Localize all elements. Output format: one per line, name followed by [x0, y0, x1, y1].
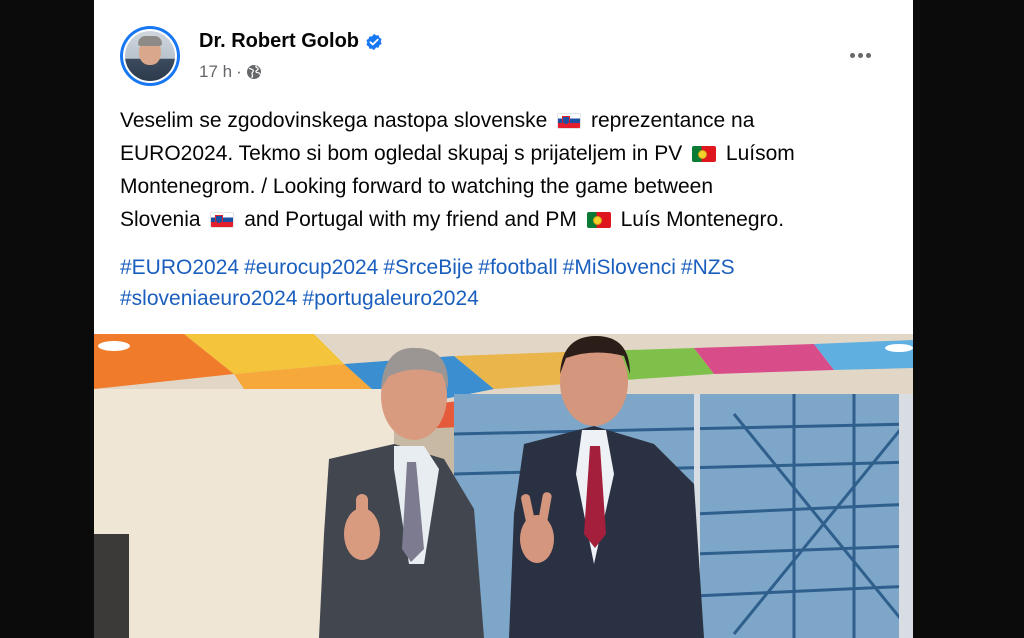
ceiling-panel-pink — [694, 344, 834, 374]
post-timestamp[interactable]: 17 h — [199, 62, 232, 82]
slovenia-flag — [557, 113, 582, 129]
photo-illustration — [94, 334, 913, 638]
more-dot — [865, 52, 871, 58]
post-text-segment: Luís Montenegro. — [620, 208, 785, 231]
post-header: Dr. Robert Golob 17 h · — [94, 0, 913, 100]
person-left-thumb — [356, 494, 368, 522]
more-dot — [857, 52, 863, 58]
post-photo[interactable] — [94, 334, 913, 638]
person-right-hand — [520, 515, 554, 563]
hashtag-link[interactable]: #SrceBije — [383, 256, 473, 279]
post-text-segment: EURO2024. Tekmo si bom ogledal skupaj s … — [120, 142, 683, 165]
ceiling-light — [98, 341, 130, 351]
ceiling-light — [885, 344, 913, 352]
hashtag-link[interactable]: #football — [478, 256, 557, 279]
avatar-photo — [125, 31, 175, 81]
post-card: Dr. Robert Golob 17 h · Veselim se zgodo… — [94, 0, 913, 638]
hashtag-link[interactable]: #NZS — [681, 256, 735, 279]
avatar-ring — [123, 29, 177, 83]
avatar-hair — [138, 36, 162, 46]
hashtag-link[interactable]: #EURO2024 — [120, 256, 239, 279]
post-text-segment: and Portugal with my friend and PM — [244, 208, 577, 231]
post-text-segment: Montenegrom. / Looking forward to watchi… — [120, 175, 714, 198]
more-options-icon[interactable] — [842, 42, 878, 68]
author-name-text[interactable]: Dr. Robert Golob — [199, 30, 359, 53]
post-text-segment: Slovenia — [120, 208, 201, 231]
slovenia-flag — [210, 212, 235, 228]
meta-separator: · — [236, 62, 242, 81]
hashtag-link[interactable]: #portugaleuro2024 — [302, 287, 478, 310]
post-text-segment: Luísom — [725, 142, 795, 165]
hashtag-list: #EURO2024 #eurocup2024 #SrceBije #football #… — [120, 252, 900, 314]
globe-icon[interactable] — [246, 64, 262, 80]
post-text-segment: Veselim se zgodovinskega nastopa slovens… — [120, 109, 548, 132]
window-frame — [899, 394, 913, 638]
verified-badge-icon — [366, 33, 382, 50]
post-text-segment: reprezentance na — [590, 109, 755, 132]
portugal-flag — [586, 212, 611, 228]
post-meta: 17 h · — [199, 62, 262, 82]
more-dot — [849, 52, 855, 58]
portugal-flag — [692, 146, 717, 162]
hashtag-link[interactable]: #sloveniaeuro2024 — [120, 287, 297, 310]
author-avatar[interactable] — [120, 26, 180, 86]
post-text: Veselim se zgodovinskega nastopa slovens… — [120, 104, 900, 236]
hashtag-link[interactable]: #eurocup2024 — [244, 256, 378, 279]
author-name[interactable]: Dr. Robert Golob — [199, 30, 383, 53]
wall-cabinet — [94, 534, 129, 638]
hashtag-link[interactable]: #MiSlovenci — [563, 256, 676, 279]
